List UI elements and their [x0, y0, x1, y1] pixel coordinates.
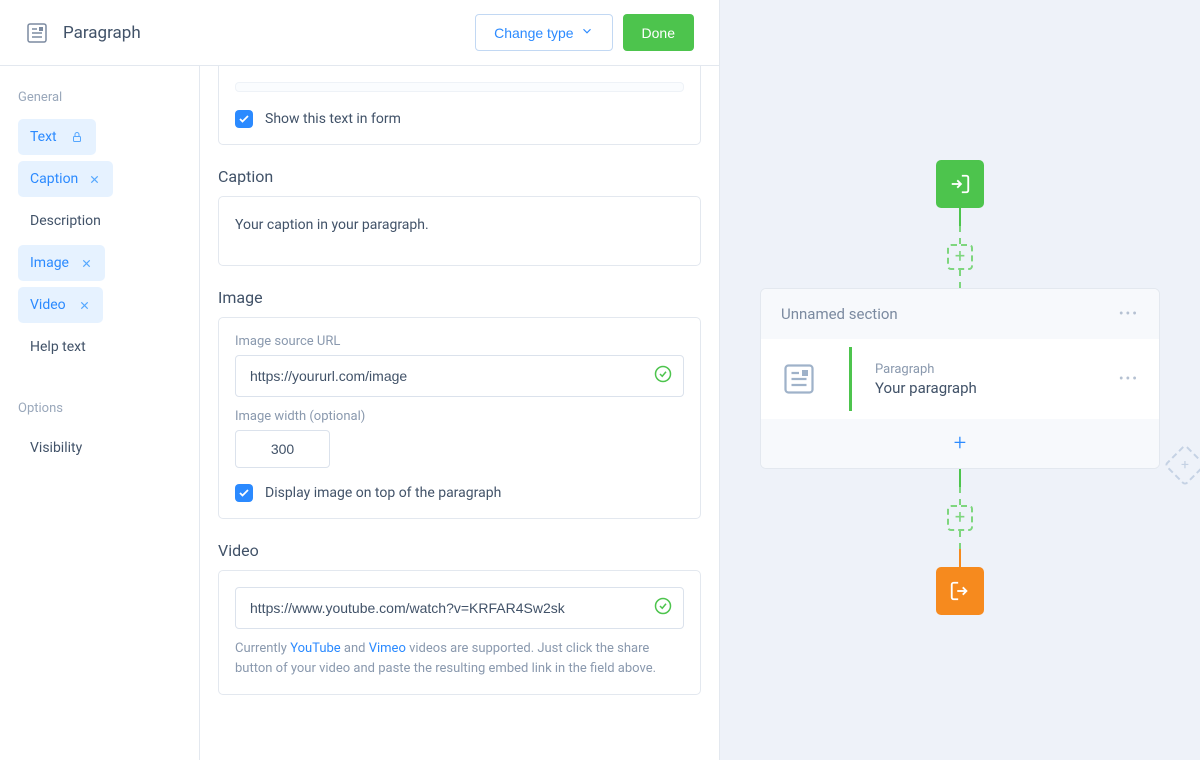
sidebar-item-label: Image [30, 255, 69, 271]
caption-text[interactable]: Your caption in your paragraph. [235, 217, 684, 233]
change-type-button[interactable]: Change type [475, 14, 612, 51]
sidebar-item-label: Description [30, 213, 101, 229]
flow-connector [959, 549, 961, 567]
display-on-top-label: Display image on top of the paragraph [265, 485, 501, 501]
add-item-icon[interactable]: + [954, 431, 966, 456]
show-in-form-checkbox[interactable] [235, 110, 253, 128]
section-title: Unnamed section [781, 305, 898, 323]
add-node-button[interactable]: + [947, 244, 973, 270]
sidebar-item-help-text[interactable]: Help text [18, 329, 181, 365]
image-source-input[interactable] [235, 355, 684, 397]
editor-header: Paragraph Change type Done [0, 0, 719, 66]
change-type-label: Change type [494, 25, 573, 41]
vimeo-link[interactable]: Vimeo [369, 641, 406, 656]
lock-icon [70, 130, 84, 144]
done-button[interactable]: Done [623, 14, 694, 51]
video-title: Video [218, 541, 701, 560]
close-icon[interactable] [77, 298, 91, 312]
caption-title: Caption [218, 167, 701, 186]
paragraph-icon [781, 361, 817, 397]
sidebar-item-text[interactable]: Text [18, 119, 96, 155]
video-url-input[interactable] [235, 587, 684, 629]
add-side-button[interactable]: + [1164, 444, 1200, 486]
sidebar-item-caption[interactable]: Caption [18, 161, 113, 197]
text-input-ghost [235, 82, 684, 92]
sidebar-item-label: Help text [30, 339, 86, 355]
main-editor: Show this text in form Caption Your capt… [200, 66, 719, 760]
more-icon[interactable]: ••• [1119, 371, 1139, 387]
paragraph-header-icon [25, 21, 49, 45]
valid-check-icon [654, 597, 672, 619]
valid-check-icon [654, 365, 672, 387]
image-source-label: Image source URL [235, 334, 684, 349]
video-panel: Currently YouTube and Vimeo videos are s… [218, 570, 701, 695]
chevron-down-icon [580, 24, 594, 41]
sidebar-item-label: Text [30, 129, 57, 145]
card-type-label: Paragraph [875, 362, 977, 377]
image-title: Image [218, 288, 701, 307]
flow-canvas: + Unnamed section ••• [720, 0, 1200, 760]
active-indicator [849, 347, 852, 411]
image-panel: Image source URL Image width (optional) [218, 317, 701, 519]
section-card-footer[interactable]: + [761, 419, 1159, 468]
flow-connector-dashed [959, 487, 961, 505]
section-card[interactable]: Unnamed section ••• [760, 288, 1160, 469]
video-help-text: Currently YouTube and Vimeo videos are s… [235, 639, 684, 678]
youtube-link[interactable]: YouTube [290, 641, 341, 656]
page-title: Paragraph [63, 23, 141, 43]
show-in-form-label: Show this text in form [265, 111, 401, 127]
close-icon[interactable] [87, 172, 101, 186]
sidebar-item-image[interactable]: Image [18, 245, 105, 281]
add-node-button[interactable]: + [947, 505, 973, 531]
display-on-top-checkbox[interactable] [235, 484, 253, 502]
section-card-header: Unnamed section ••• [761, 289, 1159, 339]
flow-connector-dashed [959, 270, 961, 288]
flow-connector [959, 469, 961, 487]
flow-start-node[interactable] [936, 160, 984, 208]
sidebar-group-options: Options [18, 401, 181, 416]
text-section-partial: Show this text in form [218, 66, 701, 145]
flow-end-node[interactable] [936, 567, 984, 615]
section-card-body[interactable]: Paragraph Your paragraph ••• [761, 339, 1159, 419]
flow-connector-dashed [959, 531, 961, 549]
sidebar-item-label: Visibility [30, 440, 82, 456]
sidebar-item-label: Caption [30, 171, 78, 187]
image-width-label: Image width (optional) [235, 409, 684, 424]
close-icon[interactable] [79, 256, 93, 270]
sidebar-group-general: General [18, 90, 181, 105]
done-label: Done [642, 25, 675, 41]
caption-panel: Your caption in your paragraph. [218, 196, 701, 266]
flow-connector-dashed [959, 226, 961, 244]
image-width-input[interactable] [235, 430, 330, 468]
sidebar-item-visibility[interactable]: Visibility [18, 430, 181, 466]
flow-connector [959, 208, 961, 226]
sidebar-item-description[interactable]: Description [18, 203, 181, 239]
sidebar: General Text Caption Description [0, 66, 200, 760]
sidebar-item-video[interactable]: Video [18, 287, 103, 323]
more-icon[interactable]: ••• [1119, 306, 1139, 322]
card-value: Your paragraph [875, 379, 977, 397]
sidebar-item-label: Video [30, 297, 66, 313]
